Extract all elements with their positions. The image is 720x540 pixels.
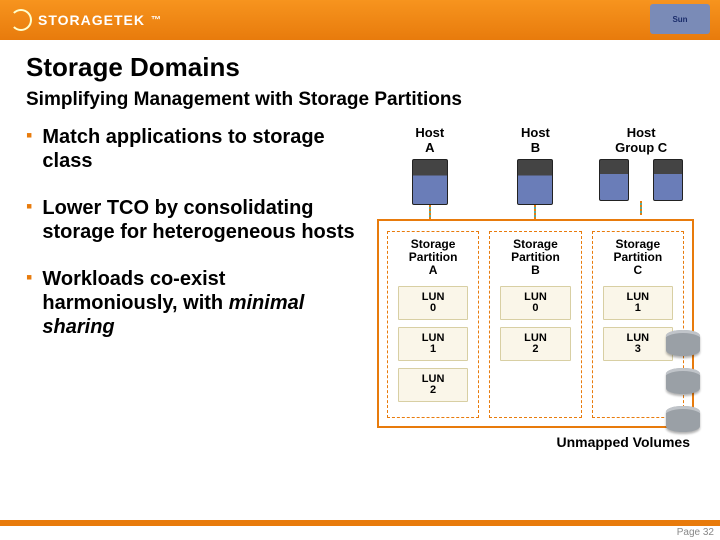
storage-array: StoragePartitionA LUN0LUN1LUN2 StoragePa… [377, 219, 694, 428]
lun-box: LUN2 [500, 327, 570, 361]
storage-partition-a: StoragePartitionA LUN0LUN1LUN2 [387, 231, 479, 418]
lun-box: LUN1 [398, 327, 468, 361]
lun-box: LUN0 [398, 286, 468, 320]
host-label: Group C [589, 140, 694, 155]
header-bar: STORAGETEK ™ [0, 0, 720, 40]
unmapped-volumes-icons [666, 330, 700, 432]
cylinder-icon [666, 330, 700, 356]
server-icon [653, 159, 683, 201]
footer-stripe [0, 520, 720, 526]
brand-text: STORAGETEK [38, 12, 145, 28]
bullet-item: Match applications to storage class [26, 125, 359, 174]
sun-logo: Sun [650, 4, 710, 34]
cable-icon [534, 205, 536, 219]
bullet-item: Lower TCO by consolidating storage for h… [26, 196, 359, 245]
host-label: B [483, 140, 588, 155]
host-label: Host [589, 125, 694, 140]
storage-partition-b: StoragePartitionB LUN0LUN2 [489, 231, 581, 418]
lun-box: LUN3 [603, 327, 673, 361]
page-number: Page 32 [677, 527, 714, 538]
bullet-item: Workloads co-exist harmoniously, with mi… [26, 267, 359, 340]
slide-subtitle: Simplifying Management with Storage Part… [26, 89, 694, 111]
unmapped-label: Unmapped Volumes [377, 434, 694, 450]
server-icon [412, 159, 448, 205]
lun-box: LUN2 [398, 368, 468, 402]
bullet-list: Match applications to storage class Lowe… [26, 125, 359, 450]
server-icon [517, 159, 553, 205]
cable-icon [429, 205, 431, 219]
host-label: A [377, 140, 482, 155]
cylinder-icon [666, 406, 700, 432]
cable-icon [640, 201, 642, 215]
lun-box: LUN1 [603, 286, 673, 320]
swirl-icon [10, 9, 32, 31]
lun-box: LUN0 [500, 286, 570, 320]
server-icon [599, 159, 629, 201]
storagetek-logo: STORAGETEK ™ [10, 9, 162, 31]
cylinder-icon [666, 368, 700, 394]
host-label: Host [483, 125, 588, 140]
host-label: Host [377, 125, 482, 140]
slide-title: Storage Domains [26, 52, 694, 83]
storage-diagram: Host A Host B Host Group C [377, 125, 694, 450]
